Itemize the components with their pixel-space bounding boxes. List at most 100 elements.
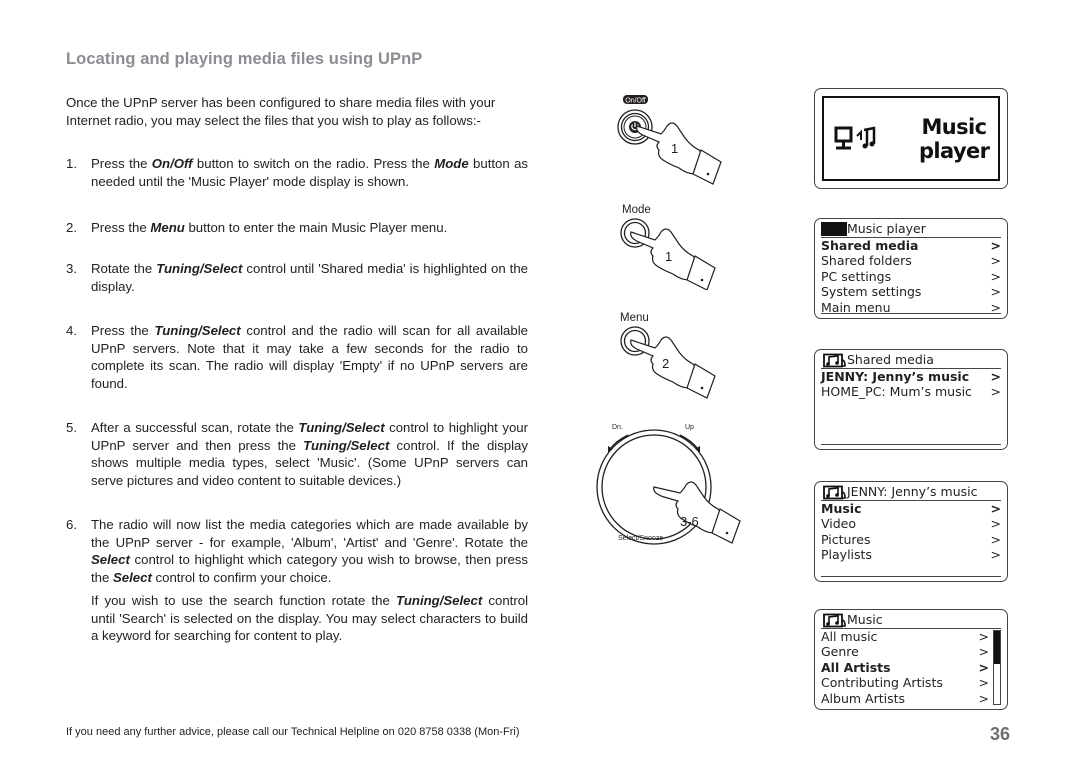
emphasized-control-name: Tuning/Select	[156, 261, 243, 276]
menu-item[interactable]: Music >	[821, 501, 1001, 516]
step-number: 6.	[66, 517, 77, 532]
chevron-right-icon: >	[990, 268, 1001, 284]
jenny-music-screen: JENNY: Jenny’s music Music > Video > Picture…	[814, 481, 1008, 582]
search-note: If you wish to use the search function r…	[91, 592, 528, 645]
emphasized-control-name: Select	[113, 569, 152, 585]
shared-media-screen: Shared media JENNY: Jenny’s music > HOME_P…	[814, 349, 1008, 450]
step-number-label: 3-6	[680, 514, 699, 529]
chevron-right-icon: >	[990, 238, 1001, 253]
step-3: 3. Rotate the Tuning/Select control unti…	[66, 260, 528, 295]
music-folder-icon	[823, 353, 846, 368]
footer-helpline: If you need any further advice, please c…	[66, 726, 520, 738]
step-text: Press the On/Off button to switch on the…	[91, 155, 528, 190]
step-2: 2. Press the Menu button to enter the ma…	[66, 219, 528, 237]
step-number-label: 1	[665, 249, 672, 264]
menu-item[interactable]: All music >	[821, 629, 1001, 644]
menu-item[interactable]: Album Artists >	[821, 691, 1001, 706]
menu-item-label: HOME_PC: Mum’s music	[821, 384, 972, 400]
dial-illustration: Dn. Up Select/Snooze 3-6	[596, 424, 741, 545]
text-run: control to confirm your choice.	[151, 569, 332, 585]
chevron-right-icon: >	[978, 675, 989, 691]
step-number: 4.	[66, 323, 77, 338]
menu-item-label: Playlists	[821, 547, 872, 563]
screen-header-title: Shared media	[847, 352, 934, 367]
menu-item-label: All Artists	[821, 659, 891, 675]
emphasized-control-name: Select	[91, 552, 130, 568]
music-folder-icon	[823, 613, 846, 628]
mode-label: Mode	[622, 204, 651, 216]
pc-music-icon	[834, 126, 876, 150]
music-categories-screen: Music All music > Genre > All Artists > Contri…	[814, 609, 1008, 710]
splash-frame: Music player	[822, 96, 1000, 181]
menu-item-label: Contributing Artists	[821, 675, 943, 691]
chevron-right-icon: >	[990, 369, 1001, 384]
menu-item[interactable]: JENNY: Jenny’s music >	[821, 369, 1001, 384]
emphasized-control-name: Mode	[434, 156, 469, 171]
chevron-right-icon: >	[990, 284, 1001, 300]
text-run: Rotate the	[91, 261, 157, 276]
chevron-right-icon: >	[990, 516, 1001, 532]
menu-item[interactable]: PC settings >	[821, 269, 1001, 284]
emphasized-control-name: Tuning/Select	[303, 437, 390, 453]
menu-item[interactable]: All Artists >	[821, 660, 1001, 675]
menu-item-label: Shared media	[821, 238, 919, 253]
menu-item[interactable]: Shared folders >	[821, 253, 1001, 268]
music-player-splash-screen: Music player	[814, 88, 1008, 189]
chevron-right-icon: >	[990, 531, 1001, 547]
menu-item[interactable]: Contributing Artists >	[821, 675, 1001, 690]
step-number: 5.	[66, 420, 77, 435]
chevron-right-icon: >	[978, 644, 989, 660]
splash-title: Music player	[919, 115, 990, 163]
menu-item-label: Album Artists	[821, 690, 906, 706]
menu-item-label: Music	[821, 501, 862, 516]
music-folder-icon	[823, 485, 846, 500]
step-number: 2.	[66, 220, 77, 235]
chevron-right-icon: >	[990, 253, 1001, 269]
step-6: 6. The radio will now list the media cat…	[66, 516, 528, 586]
pointing-hand-icon	[630, 336, 716, 399]
step-number-label: 1	[671, 141, 678, 156]
splash-line-2: player	[919, 139, 990, 163]
screen-header-title: Music player	[847, 221, 926, 236]
screen-bottom-rule	[821, 444, 1001, 445]
text-run: After a successful scan, rotate the	[91, 420, 299, 435]
menu-item[interactable]: HOME_PC: Mum’s music >	[821, 384, 1001, 399]
scrollbar[interactable]	[993, 630, 1001, 705]
header-block-icon	[821, 222, 847, 236]
scrollbar-thumb[interactable]	[994, 631, 1000, 664]
pointing-hand-icon	[636, 122, 722, 185]
chevron-right-icon: >	[990, 501, 1001, 516]
menu-item-label: PC settings	[821, 268, 892, 284]
step-text: Press the Menu button to enter the main …	[91, 219, 528, 237]
chevron-right-icon: >	[990, 547, 1001, 563]
step-number: 3.	[66, 261, 77, 276]
step-4: 4. Press the Tuning/Select control and t…	[66, 322, 528, 392]
menu-illustration: Menu 2	[620, 312, 716, 399]
menu-item-label: Shared folders	[821, 253, 912, 269]
emphasized-control-name: Tuning/Select	[396, 593, 483, 608]
menu-label: Menu	[620, 312, 649, 324]
menu-item-label: System settings	[821, 284, 922, 300]
step-number-label: 2	[662, 356, 669, 371]
music-player-menu-screen: Music player Shared media > Shared folders…	[814, 218, 1008, 319]
menu-item[interactable]: Genre >	[821, 644, 1001, 659]
menu-item[interactable]: Playlists >	[821, 547, 1001, 562]
menu-item[interactable]: Pictures >	[821, 532, 1001, 547]
screen-header-title: Music	[847, 612, 883, 627]
emphasized-control-name: Tuning/Select	[154, 323, 241, 338]
pointing-hand-icon	[630, 228, 716, 290]
screen-bottom-rule	[821, 576, 1001, 577]
menu-item[interactable]: System settings >	[821, 284, 1001, 299]
menu-item-label: Genre	[821, 644, 859, 660]
text-run: button to enter the main Music Player me…	[184, 220, 448, 235]
menu-item[interactable]: Video >	[821, 516, 1001, 531]
page-title: Locating and playing media files using U…	[66, 50, 423, 68]
menu-item-label: Video	[821, 516, 857, 532]
menu-item[interactable]: Shared media >	[821, 238, 1001, 253]
chevron-right-icon: >	[990, 384, 1001, 400]
splash-line-1: Music	[921, 115, 988, 139]
mode-illustration: Mode 1	[620, 204, 716, 290]
chevron-right-icon: >	[978, 690, 989, 706]
page-number: 36	[990, 724, 1011, 744]
text-run: If you wish to use the search function r…	[91, 593, 397, 608]
